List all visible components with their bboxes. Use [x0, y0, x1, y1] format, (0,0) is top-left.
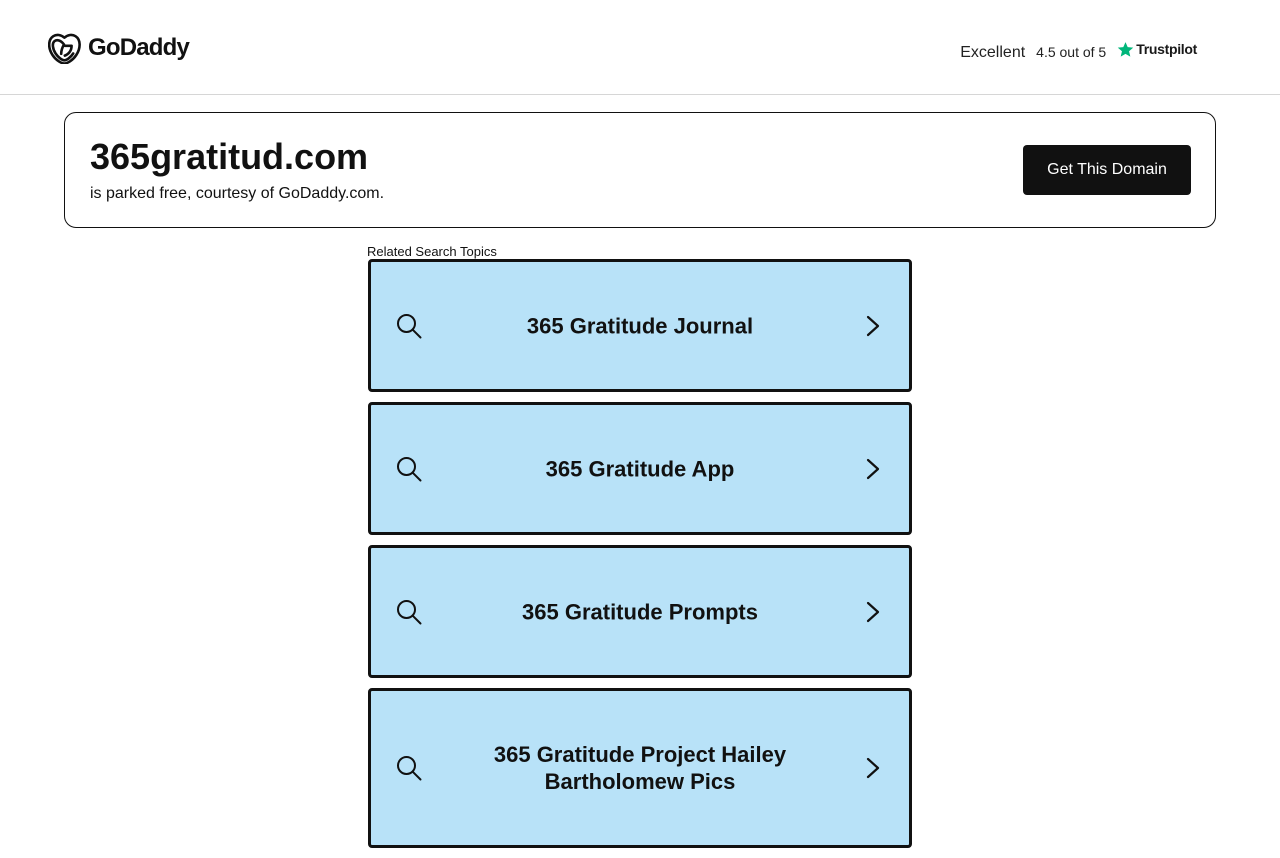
related-topics-list: 365 Gratitude Journal 365 Gratitude App …: [368, 259, 912, 858]
topic-label: 365 Gratitude Project Hailey Bartholomew…: [493, 742, 787, 794]
domain-subtitle: is parked free, courtesy of GoDaddy.com.: [90, 185, 385, 202]
get-domain-button[interactable]: Get This Domain: [1023, 145, 1191, 195]
chevron-right-icon: [866, 458, 880, 479]
star-icon: [1117, 42, 1134, 57]
trustpilot-brand: Trustpilot: [1117, 40, 1197, 57]
logo-wordmark: GoDaddy: [88, 34, 190, 61]
search-icon: [397, 599, 422, 624]
rating-score: 4.5 out of 5: [1036, 44, 1107, 60]
domain-name: 365gratitud.com: [90, 136, 369, 177]
topic-link[interactable]: 365 Gratitude Journal: [368, 259, 912, 392]
topic-label: 365 Gratitude Prompts: [522, 599, 758, 624]
chevron-right-icon: [866, 601, 880, 622]
chevron-right-icon: [866, 757, 880, 779]
search-icon: [397, 456, 422, 481]
godaddy-logo[interactable]: GoDaddy: [48, 32, 190, 64]
topic-link[interactable]: 365 Gratitude Project Hailey Bartholomew…: [368, 688, 912, 848]
related-topics-label: Related Search Topics: [367, 244, 497, 259]
topic-label: 365 Gratitude App: [545, 456, 735, 481]
topic-label: 365 Gratitude Journal: [526, 313, 754, 338]
godaddy-logo-icon: [48, 33, 81, 64]
rating-word: Excellent: [960, 44, 1026, 61]
site-header: GoDaddy Excellent 4.5 out of 5 Trustpilo…: [0, 0, 1280, 95]
topic-link[interactable]: 365 Gratitude App: [368, 402, 912, 535]
search-icon: [397, 313, 422, 338]
topic-link[interactable]: 365 Gratitude Prompts: [368, 545, 912, 678]
trustpilot-rating[interactable]: Excellent 4.5 out of 5 Trustpilot: [960, 40, 1197, 62]
search-icon: [397, 756, 422, 781]
trustpilot-label: Trustpilot: [1136, 40, 1197, 57]
chevron-right-icon: [866, 315, 880, 336]
domain-card: 365gratitud.com is parked free, courtesy…: [64, 112, 1216, 228]
